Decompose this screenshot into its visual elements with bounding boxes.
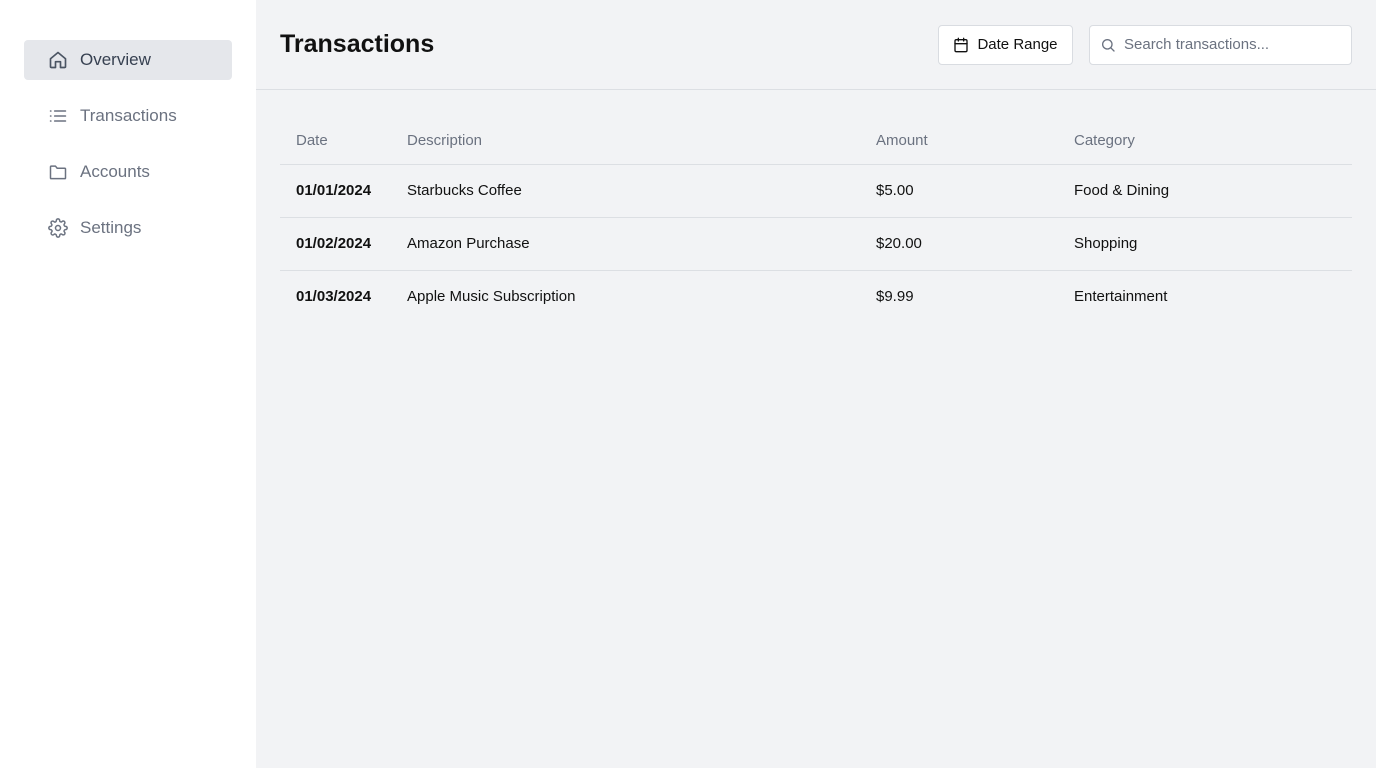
folder-icon	[48, 162, 68, 182]
cell-category: Entertainment	[1074, 288, 1168, 306]
cell-amount: $9.99	[876, 288, 914, 306]
search-input[interactable]	[1124, 36, 1344, 53]
search-icon	[1100, 37, 1116, 53]
home-icon	[48, 50, 68, 70]
sidebar-item-label: Overview	[80, 50, 151, 69]
transactions-table: Date Description Amount Category 01/01/2…	[280, 118, 1352, 323]
list-icon	[48, 106, 68, 126]
main-content: Transactions Date Range Date Descri	[256, 0, 1376, 768]
cell-date: 01/02/2024	[280, 217, 391, 271]
sidebar-item-label: Settings	[80, 218, 142, 237]
cell-amount: $5.00	[860, 164, 1058, 218]
search-box	[1089, 24, 1352, 65]
date-range-button[interactable]: Date Range	[938, 24, 1073, 65]
table-row[interactable]: 01/02/2024 Amazon Purchase $20.00 Shoppi…	[280, 217, 1352, 271]
transactions-table-container: Date Description Amount Category 01/01/2…	[256, 90, 1376, 323]
sidebar-item-transactions[interactable]: Transactions	[24, 96, 232, 136]
column-header-category: Category	[1058, 118, 1352, 165]
cell-date: 01/03/2024	[296, 288, 372, 306]
cell-amount: $20.00	[860, 217, 1058, 271]
sidebar-item-settings[interactable]: Settings	[24, 208, 232, 248]
page-title: Transactions	[280, 30, 435, 58]
date-range-label: Date Range	[977, 36, 1058, 53]
cell-date: 01/01/2024	[280, 164, 391, 218]
sidebar-item-accounts[interactable]: Accounts	[24, 152, 232, 192]
table-row[interactable]: 01/01/2024 Starbucks Coffee $5.00 Food &…	[280, 164, 1352, 218]
table-header-row: Date Description Amount Category	[280, 118, 1352, 165]
table-row[interactable]: 01/03/2024 Apple Music Subscription $9.9…	[280, 270, 1352, 323]
cell-category: Food & Dining	[1058, 164, 1352, 218]
column-header-amount: Amount	[860, 118, 1058, 165]
sidebar: Overview Transactions Accounts Settings	[0, 0, 256, 768]
sidebar-item-label: Transactions	[80, 106, 177, 125]
calendar-icon	[953, 37, 969, 53]
column-header-date: Date	[280, 118, 391, 165]
cell-description: Amazon Purchase	[391, 217, 860, 271]
sidebar-item-overview[interactable]: Overview	[24, 40, 232, 80]
app: Overview Transactions Accounts Settings …	[0, 0, 1376, 768]
cell-description: Starbucks Coffee	[391, 164, 860, 218]
cell-category: Shopping	[1058, 217, 1352, 271]
cell-description: Apple Music Subscription	[407, 288, 576, 306]
gear-icon	[48, 218, 68, 238]
column-header-description: Description	[391, 118, 860, 165]
page-header: Transactions Date Range	[256, 0, 1376, 90]
sidebar-item-label: Accounts	[80, 162, 150, 181]
